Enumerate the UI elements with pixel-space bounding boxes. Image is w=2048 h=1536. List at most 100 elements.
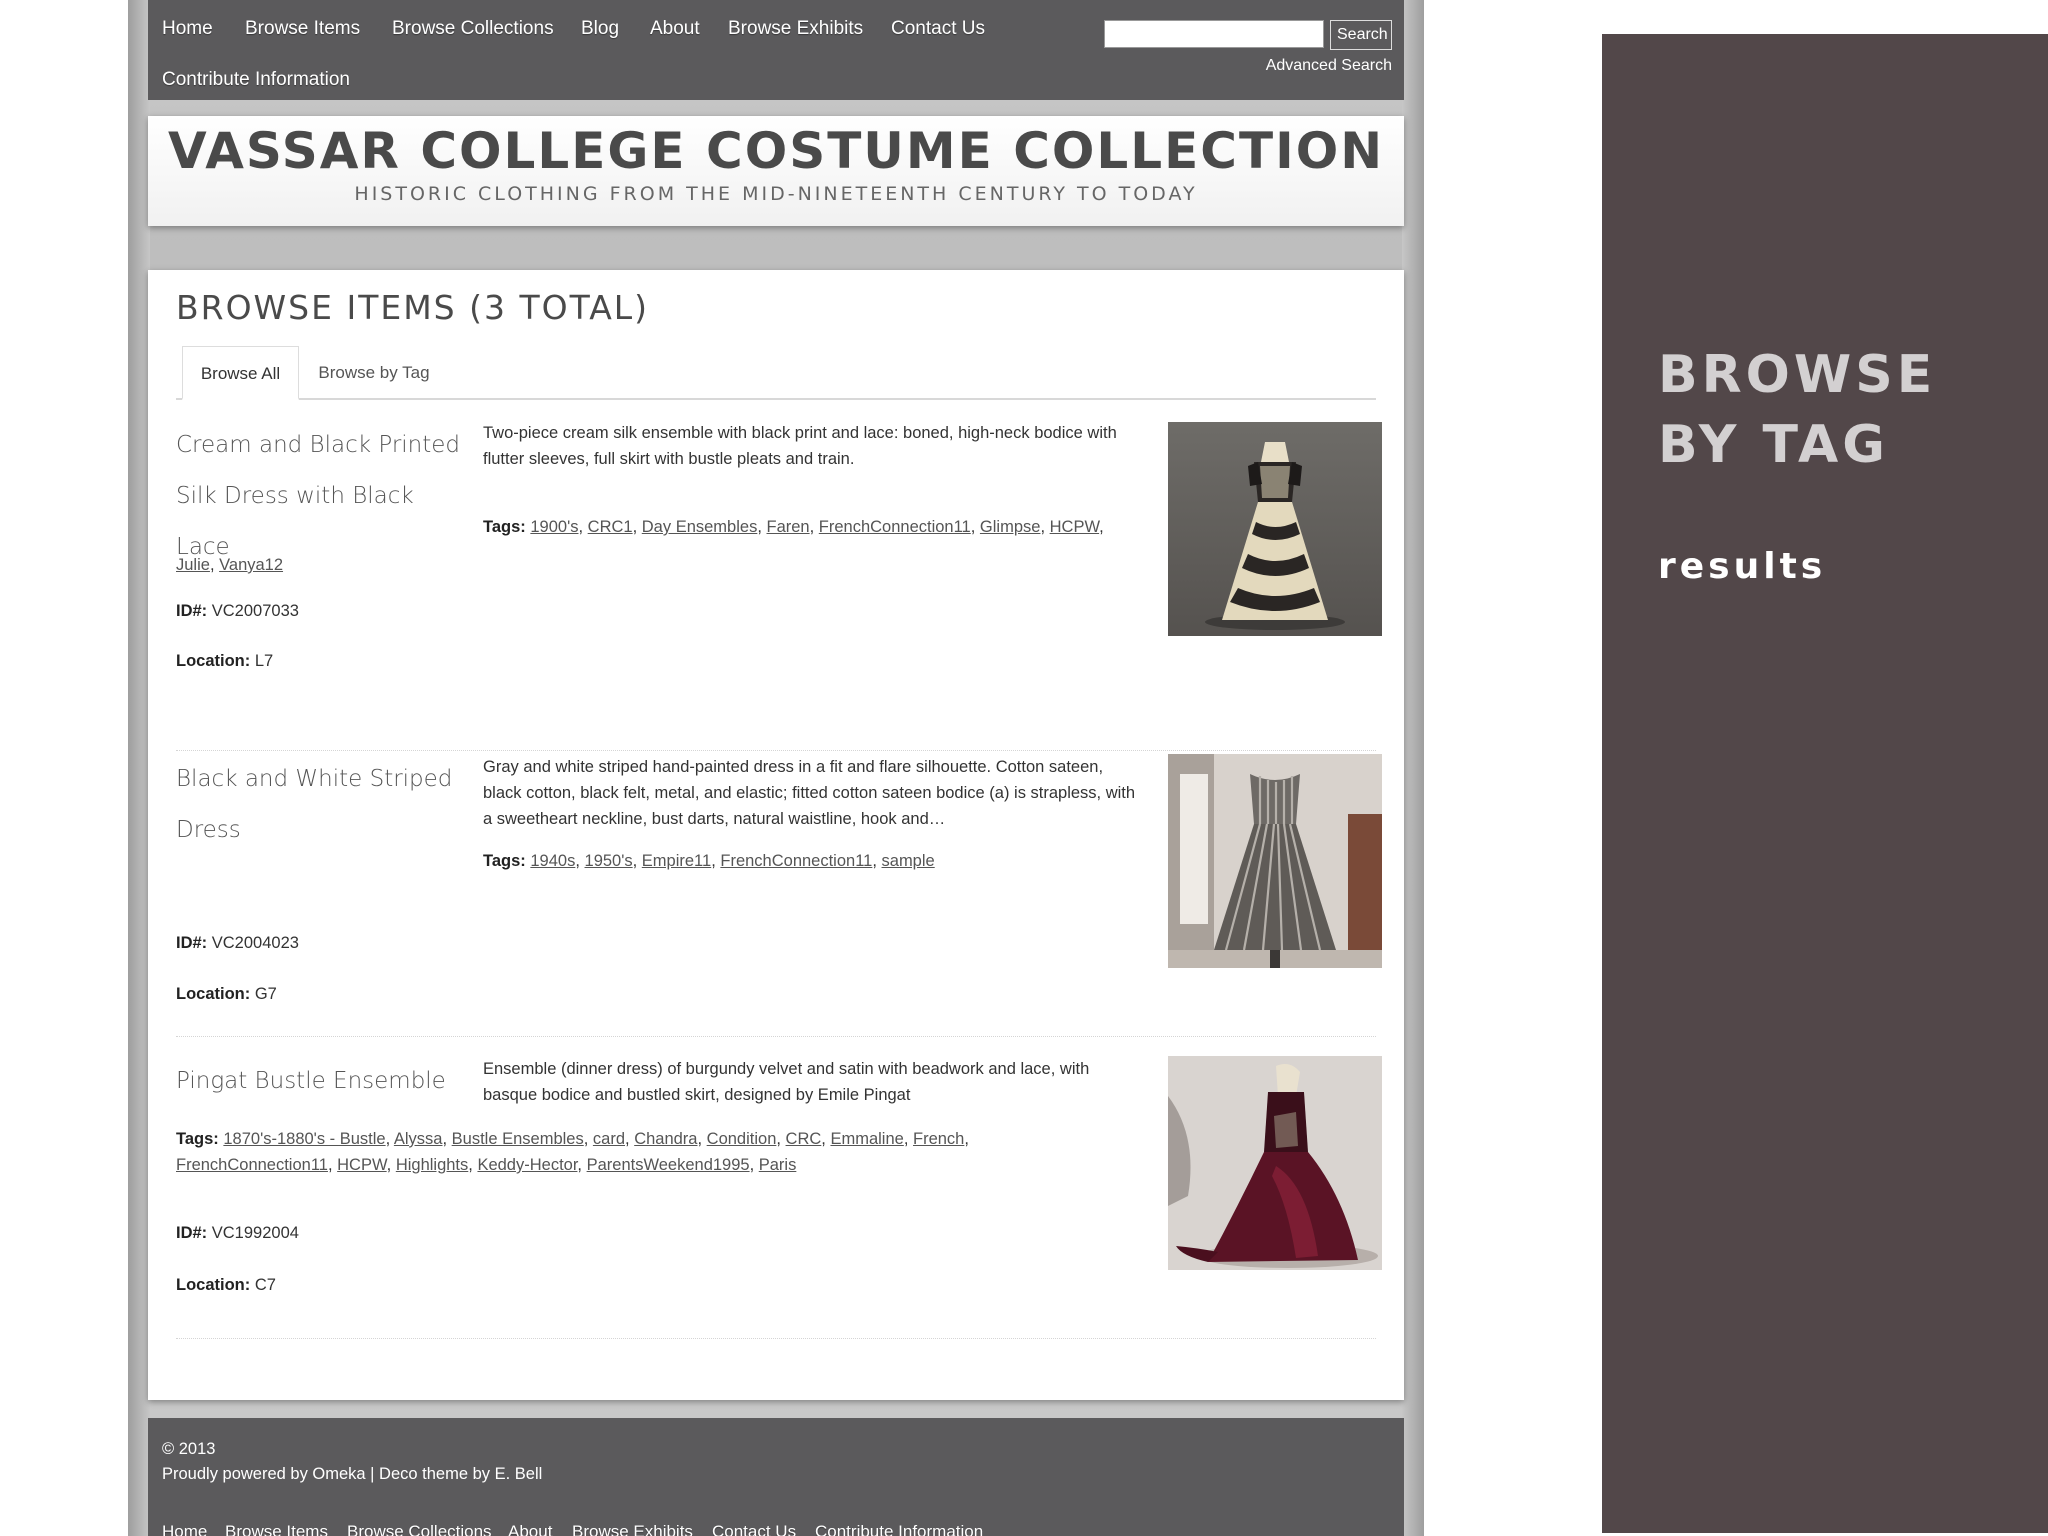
item-title-line: Black and White Striped [176, 766, 453, 792]
tag-link[interactable]: Glimpse [980, 518, 1041, 536]
tag-link[interactable]: card [593, 1130, 625, 1148]
tag-link[interactable]: Keddy-Hector [477, 1156, 577, 1174]
footer-nav-browse-collections[interactable]: Browse Collections [347, 1522, 492, 1536]
tag-link[interactable]: Condition [707, 1130, 777, 1148]
tag-link[interactable]: 1950's [585, 852, 633, 870]
item-location: Location: G7 [176, 985, 277, 1004]
website-screenshot: Home Browse Items Browse Collections Blo… [128, 0, 1424, 1536]
item-title-line: Cream and Black Printed [176, 432, 461, 458]
tag-link[interactable]: CRC1 [588, 518, 633, 536]
item-id: ID#: VC2007033 [176, 602, 299, 621]
tag-link[interactable]: Empire11 [642, 852, 711, 870]
tag-link[interactable]: Alyssa [394, 1130, 443, 1148]
tag-link[interactable]: Faren [767, 518, 810, 536]
item-tags: Tags: 1900's, CRC1, Day Ensembles, Faren… [483, 518, 1104, 536]
site-title[interactable]: VASSAR COLLEGE COSTUME COLLECTION [148, 120, 1404, 182]
tag-link[interactable]: Chandra [634, 1130, 697, 1148]
advanced-search-link[interactable]: Advanced Search [1248, 57, 1392, 75]
cream-lace-dress-photo-icon[interactable] [1168, 422, 1382, 636]
tag-link[interactable]: HCPW [337, 1156, 387, 1174]
slide-subtitle: results [1658, 546, 1827, 587]
nav-contribute-information[interactable]: Contribute Information [162, 69, 350, 91]
id-label: ID#: [176, 602, 208, 620]
tag-link[interactable]: 1940s [530, 852, 575, 870]
id-label: ID#: [176, 1224, 208, 1242]
item-id: ID#: VC1992004 [176, 1224, 299, 1243]
item-id: ID#: VC2004023 [176, 934, 299, 953]
item-description: Two-piece cream silk ensemble with black… [483, 424, 1117, 468]
location-label: Location: [176, 1276, 251, 1294]
item-description: Ensemble (dinner dress) of burgundy velv… [483, 1060, 1090, 1104]
search-button[interactable]: Search [1330, 20, 1392, 50]
site-footer: © 2013 Proudly powered by Omeka | Deco t… [148, 1418, 1404, 1536]
browse-items-panel: BROWSE ITEMS (3 TOTAL) Browse All Browse… [148, 270, 1404, 1400]
nav-blog[interactable]: Blog [581, 18, 619, 40]
id-value: VC2007033 [211, 602, 299, 620]
tag-link[interactable]: HCPW [1050, 518, 1100, 536]
tag-link[interactable]: Emmaline [830, 1130, 903, 1148]
item-divider [176, 750, 1376, 751]
location-value: L7 [254, 652, 274, 670]
nav-browse-exhibits[interactable]: Browse Exhibits [728, 18, 863, 40]
slide-title: BROWSE BY TAG [1658, 340, 1936, 480]
footer-copyright: © 2013 [162, 1440, 216, 1458]
item-title-line: Dress [176, 817, 241, 843]
item-description: Gray and white striped hand-painted dres… [483, 758, 1136, 828]
footer-nav-contribute-information[interactable]: Contribute Information [815, 1522, 983, 1536]
nav-contact-us[interactable]: Contact Us [891, 18, 985, 40]
burgundy-bustle-dress-photo-icon[interactable] [1168, 1056, 1382, 1270]
browse-tabs: Browse All Browse by Tag [176, 346, 1376, 400]
slide-side-panel: BROWSE BY TAG results [1602, 34, 2048, 1533]
tab-browse-by-tag[interactable]: Browse by Tag [299, 346, 449, 400]
tag-link[interactable]: sample [882, 852, 935, 870]
page-title: BROWSE ITEMS (3 TOTAL) [176, 288, 650, 327]
tag-link[interactable]: Bustle Ensembles [452, 1130, 584, 1148]
slide-title-line: BY TAG [1658, 415, 1889, 475]
top-navigation: Home Browse Items Browse Collections Blo… [148, 0, 1404, 100]
footer-nav-browse-items[interactable]: Browse Items [225, 1522, 328, 1536]
item-title-link[interactable]: Black and White Striped Dress [176, 754, 466, 856]
item-title-link[interactable]: Cream and Black Printed Silk Dress with … [176, 420, 466, 573]
nav-about[interactable]: About [650, 18, 700, 40]
tag-link[interactable]: Vanya12 [219, 556, 283, 574]
tag-link[interactable]: CRC [786, 1130, 822, 1148]
tag-link[interactable]: 1900's [530, 518, 578, 536]
location-label: Location: [176, 652, 251, 670]
footer-nav-about[interactable]: About [508, 1522, 552, 1536]
site-banner: VASSAR COLLEGE COSTUME COLLECTION HISTOR… [148, 116, 1404, 226]
search-input[interactable] [1104, 20, 1324, 48]
location-value: C7 [254, 1276, 276, 1294]
item-location: Location: L7 [176, 652, 273, 671]
item-title-link[interactable]: Pingat Bustle Ensemble [176, 1056, 466, 1107]
tags-label: Tags: [483, 518, 526, 536]
footer-powered-by: Proudly powered by Omeka | Deco theme by… [162, 1465, 543, 1483]
item-title-line: Pingat Bustle Ensemble [176, 1068, 446, 1094]
tag-link[interactable]: FrenchConnection11 [176, 1156, 328, 1174]
striped-dress-photo-icon[interactable] [1168, 754, 1382, 968]
tag-link[interactable]: Julie [176, 556, 210, 574]
id-value: VC2004023 [211, 934, 299, 952]
id-value: VC1992004 [211, 1224, 299, 1242]
tab-browse-all[interactable]: Browse All [182, 346, 299, 400]
tag-link[interactable]: FrenchConnection11 [819, 518, 971, 536]
item-divider [176, 1036, 1376, 1037]
footer-nav-contact-us[interactable]: Contact Us [712, 1522, 796, 1536]
item-tags: Tags: 1940s, 1950's, Empire11, FrenchCon… [483, 852, 935, 870]
tag-link[interactable]: Paris [759, 1156, 797, 1174]
nav-home[interactable]: Home [162, 18, 213, 40]
item-divider [176, 1338, 1376, 1339]
nav-browse-items[interactable]: Browse Items [245, 18, 360, 40]
footer-nav-browse-exhibits[interactable]: Browse Exhibits [572, 1522, 693, 1536]
list-item: Pingat Bustle Ensemble Ensemble (dinner … [176, 1056, 1382, 1356]
tag-link[interactable]: FrenchConnection11 [720, 852, 872, 870]
item-location: Location: C7 [176, 1276, 276, 1295]
item-tags-continued: Julie, Vanya12 [176, 556, 284, 574]
tag-link[interactable]: ParentsWeekend1995 [587, 1156, 750, 1174]
tag-link[interactable]: Day Ensembles [642, 518, 758, 536]
tags-label: Tags: [483, 852, 526, 870]
tag-link[interactable]: Highlights [396, 1156, 468, 1174]
tag-link[interactable]: French [913, 1130, 964, 1148]
tag-link[interactable]: 1870's-1880's - Bustle [223, 1130, 385, 1148]
footer-nav-home[interactable]: Home [162, 1522, 207, 1536]
nav-browse-collections[interactable]: Browse Collections [392, 18, 554, 40]
